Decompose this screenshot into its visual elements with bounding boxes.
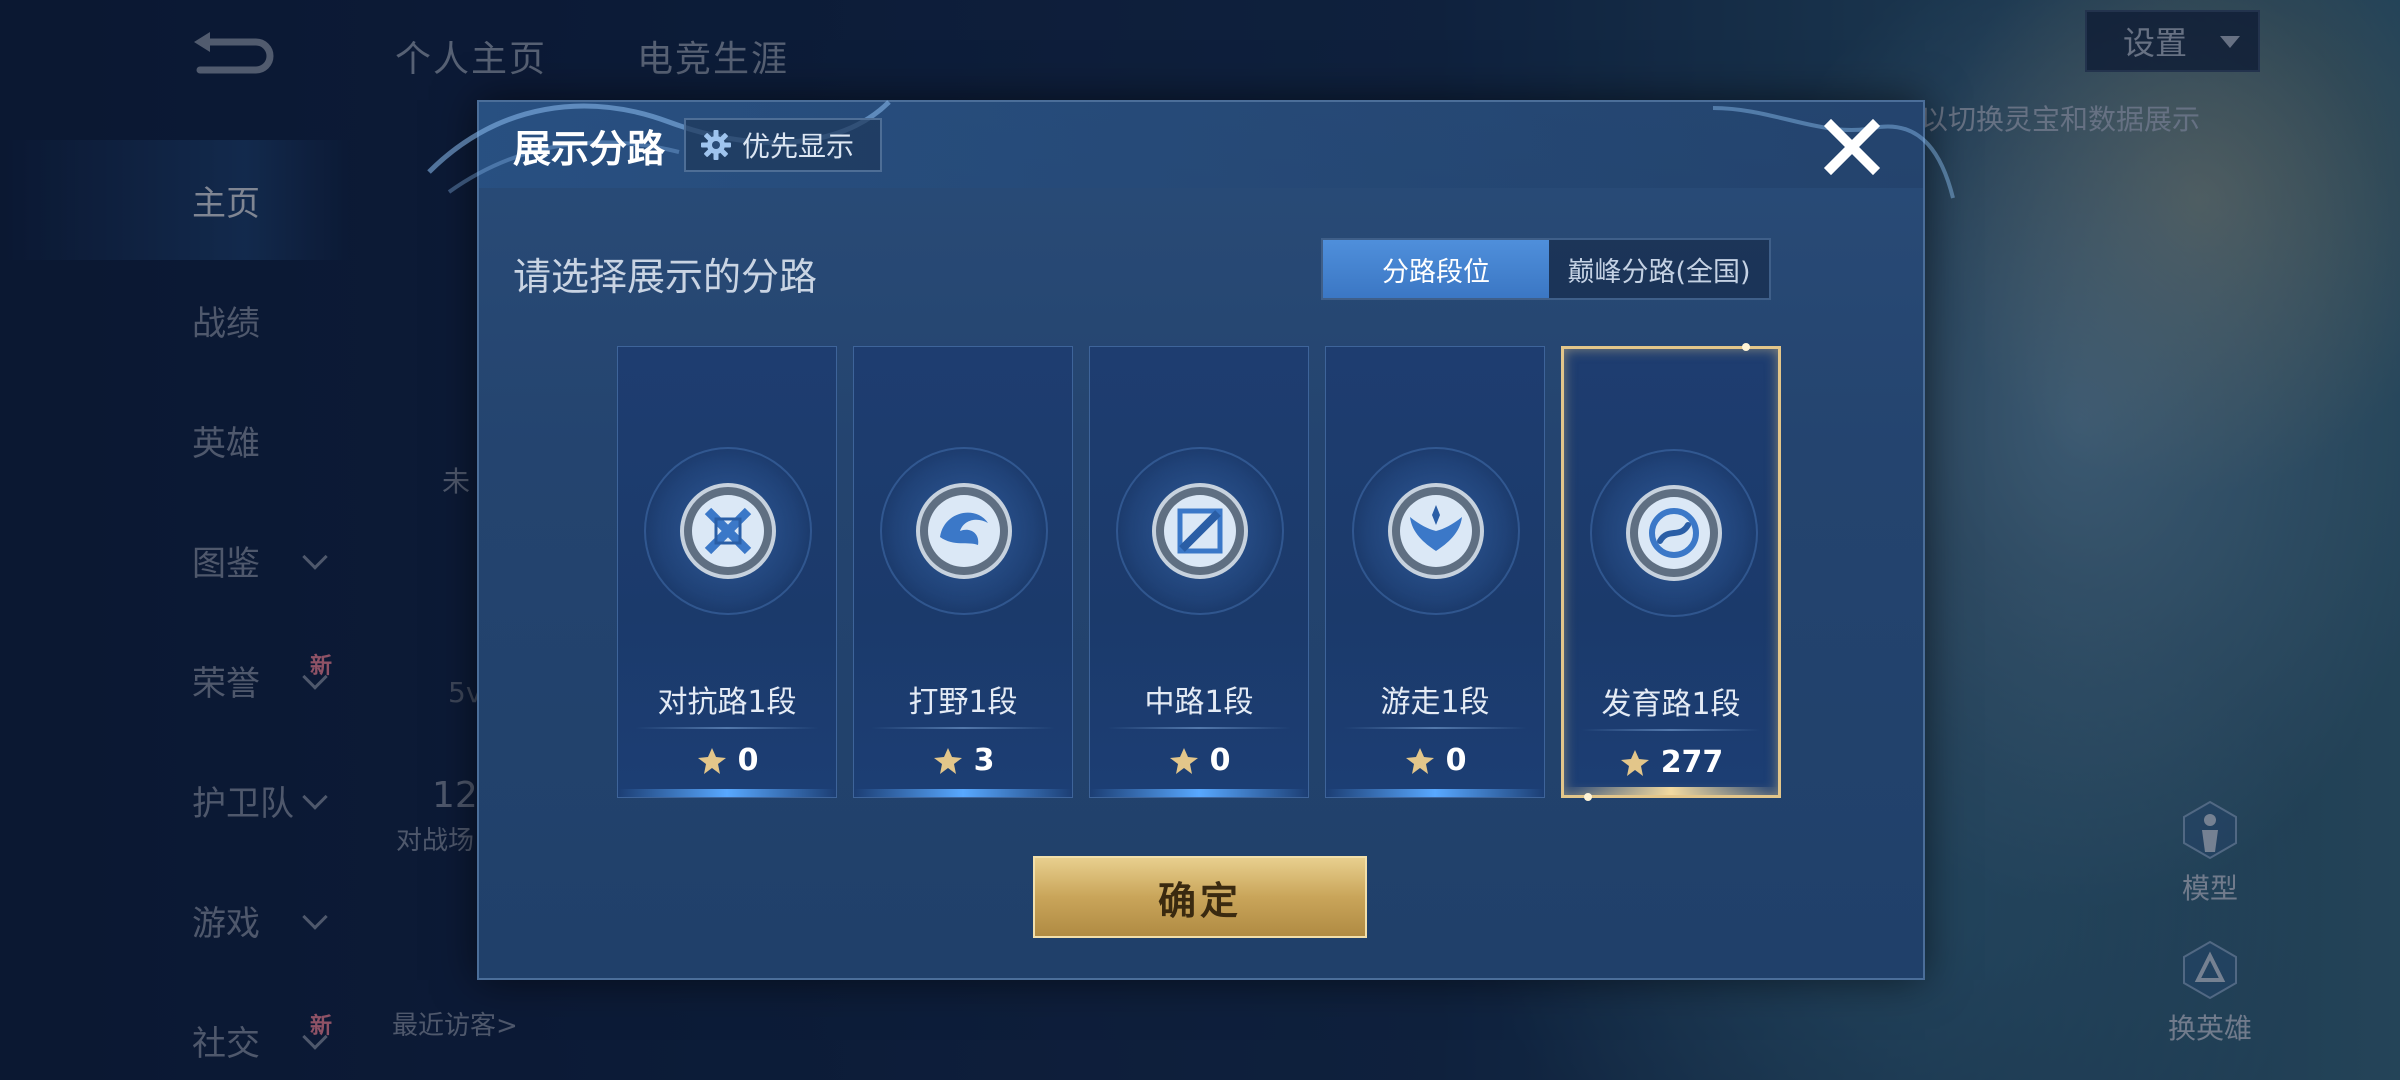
lane-score: 277 [1564,745,1778,780]
lane-display-dialog: 展示分路 优先显示 请选择展示的分路 分路段位 巅峰分路(全国) 对抗路1段 0… [427,100,1955,980]
tab-lane-rank[interactable]: 分路段位 [1323,240,1549,298]
star-points-icon [1169,747,1198,774]
divider [636,727,818,729]
lane-name: 中路1段 [1144,685,1254,720]
divider [1108,727,1290,729]
lane-score: 3 [854,743,1072,778]
dragon-icon [916,483,1012,579]
close-icon[interactable] [1821,116,1883,178]
card-glow [618,789,836,797]
lane-score: 0 [1326,743,1544,778]
tab-peak-lane-national[interactable]: 巅峰分路(全国) [1549,240,1769,298]
card-glow [1564,787,1778,795]
lane-card-jungle[interactable]: 打野1段 3 [853,346,1073,798]
selection-corner-dot [1584,793,1592,801]
lane-card-clash[interactable]: 对抗路1段 0 [617,346,837,798]
priority-display-label: 优先显示 [742,130,855,163]
lane-card-mid[interactable]: 中路1段 0 [1089,346,1309,798]
divider [872,727,1054,729]
dialog-title: 展示分路 [513,127,666,171]
lane-score: 0 [1090,743,1308,778]
lane-cards: 对抗路1段 0 打野1段 3 中路1段 0 游走1段 0 发育路1段 277 [617,343,1781,801]
card-glow [1090,789,1308,797]
dialog-subtitle: 请选择展示的分路 [513,255,818,299]
lane-score-value: 3 [973,743,995,778]
lane-score-value: 0 [1209,743,1231,778]
confirm-button[interactable]: 确定 [1033,856,1367,938]
divider [1344,727,1526,729]
lane-name: 游走1段 [1380,685,1490,720]
lane-name: 发育路1段 [1601,687,1741,722]
lane-score: 0 [618,743,836,778]
wings-icon [1388,483,1484,579]
lane-score-value: 277 [1660,745,1724,780]
star-points-icon [933,747,962,774]
lane-name: 对抗路1段 [657,685,797,720]
lane-card-roam[interactable]: 游走1段 0 [1325,346,1545,798]
staff-icon [1152,483,1248,579]
star-points-icon [1405,747,1434,774]
sword-shield-icon [680,483,776,579]
card-glow [854,789,1072,797]
segment-control: 分路段位 巅峰分路(全国) [1321,238,1771,300]
bow-icon [1626,485,1722,581]
lane-card-farm[interactable]: 发育路1段 277 [1561,343,1781,801]
star-points-icon [1620,749,1649,776]
selection-corner-dot [1742,343,1750,351]
gear-icon [701,130,731,160]
lane-name: 打野1段 [908,685,1018,720]
lane-score-value: 0 [1445,743,1467,778]
divider [1582,729,1760,731]
star-points-icon [697,747,726,774]
card-glow [1326,789,1544,797]
priority-display-button[interactable]: 优先显示 [684,118,882,172]
lane-score-value: 0 [737,743,759,778]
